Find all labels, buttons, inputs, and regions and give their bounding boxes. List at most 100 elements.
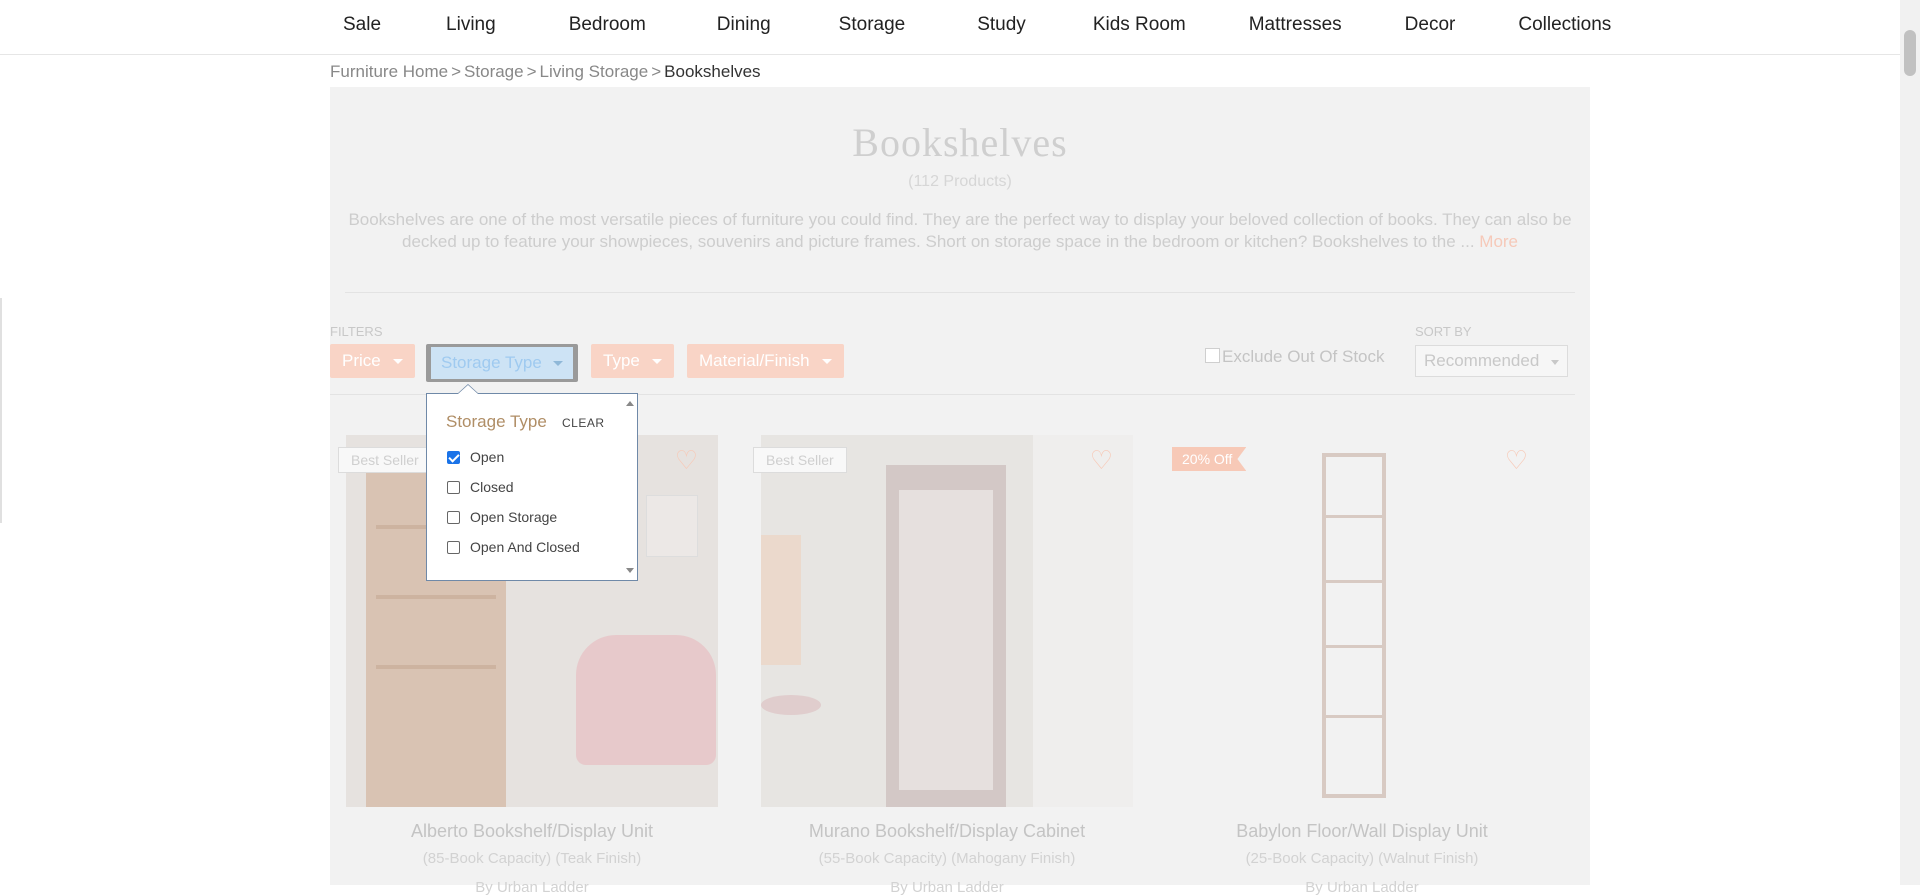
product-subtitle: (25-Book Capacity) (Walnut Finish) xyxy=(1245,850,1479,867)
wishlist-heart-icon[interactable]: ♡ xyxy=(675,447,698,473)
breadcrumb-furniture-home[interactable]: Furniture Home xyxy=(330,62,448,81)
filter-type-label: Type xyxy=(603,351,640,370)
cabinet-glass xyxy=(899,490,993,790)
shelf-line xyxy=(1322,515,1386,518)
option-label: Open xyxy=(470,449,505,465)
nav-item-storage[interactable]: Storage xyxy=(839,0,906,50)
scroll-down-icon[interactable] xyxy=(626,568,634,573)
breadcrumb-separator: > xyxy=(526,62,537,81)
filter-price-label: Price xyxy=(342,351,381,370)
discount-badge: 20% Off xyxy=(1172,447,1247,471)
shelf-line xyxy=(376,665,496,669)
nav-item-decor[interactable]: Decor xyxy=(1405,0,1456,50)
option-open-and-closed[interactable]: Open And Closed xyxy=(447,539,580,555)
product-title[interactable]: Babylon Floor/Wall Display Unit xyxy=(1176,821,1548,842)
nav-item-living[interactable]: Living xyxy=(446,0,496,50)
wishlist-heart-icon[interactable]: ♡ xyxy=(1505,447,1528,473)
category-menu: Sale Living Bedroom Dining Storage Study… xyxy=(330,0,1611,50)
dropdown-pointer xyxy=(457,384,479,394)
filter-storage-type-inner[interactable]: Storage Type xyxy=(431,347,573,379)
armchair-shape xyxy=(576,635,716,765)
dropdown-title: Storage Type xyxy=(446,412,547,431)
nav-item-study[interactable]: Study xyxy=(977,0,1026,50)
curtain-shape xyxy=(1033,435,1133,807)
chevron-down-icon xyxy=(553,361,563,366)
breadcrumb-current: Bookshelves xyxy=(664,62,761,81)
scroll-up-icon[interactable] xyxy=(626,401,634,406)
product-title[interactable]: Alberto Bookshelf/Display Unit xyxy=(346,821,718,842)
divider xyxy=(345,292,1575,293)
option-open-and-closed-checkbox[interactable] xyxy=(447,541,460,554)
clear-filter-button[interactable]: CLEAR xyxy=(562,416,605,430)
sort-selected-value: Recommended xyxy=(1424,351,1540,370)
option-label: Closed xyxy=(470,479,514,495)
display-unit-shape xyxy=(1322,453,1386,798)
nav-item-sale[interactable]: Sale xyxy=(343,0,381,50)
shelf-line xyxy=(1322,645,1386,648)
product-title[interactable]: Murano Bookshelf/Display Cabinet xyxy=(761,821,1133,842)
breadcrumb-living-storage[interactable]: Living Storage xyxy=(540,62,649,81)
option-open-storage-checkbox[interactable] xyxy=(447,511,460,524)
scrollbar-thumb[interactable] xyxy=(1904,30,1916,76)
wall-art-shape xyxy=(761,535,801,665)
best-seller-badge: Best Seller xyxy=(753,447,847,473)
best-seller-badge: Best Seller xyxy=(338,447,432,473)
breadcrumb-separator: > xyxy=(451,62,462,81)
top-navigation: Sale Living Bedroom Dining Storage Study… xyxy=(0,0,1900,55)
product-subtitle: (55-Book Capacity) (Mahogany Finish) xyxy=(818,850,1076,867)
shelf-line xyxy=(1322,580,1386,583)
wall-art-shape xyxy=(646,495,698,557)
page-scrollbar[interactable] xyxy=(1900,0,1920,885)
exclude-out-of-stock[interactable]: Exclude Out Of Stock xyxy=(1205,347,1385,367)
nav-item-dining[interactable]: Dining xyxy=(717,0,771,50)
chevron-down-icon xyxy=(392,359,403,365)
filter-material-finish-label: Material/Finish xyxy=(699,351,810,370)
filter-storage-type-button[interactable]: Storage Type xyxy=(426,344,578,382)
description-text: Bookshelves are one of the most versatil… xyxy=(348,210,1572,251)
filters-label: FILTERS xyxy=(330,324,383,339)
more-link[interactable]: More xyxy=(1479,232,1518,251)
filter-price-button[interactable]: Price xyxy=(330,344,415,378)
left-edge-tab xyxy=(0,298,2,523)
filter-material-finish-button[interactable]: Material/Finish xyxy=(687,344,844,378)
filter-type-button[interactable]: Type xyxy=(591,344,674,378)
product-card[interactable]: 20% Off ♡ Babylon Floor/Wall Display Uni… xyxy=(1172,435,1548,896)
breadcrumb-separator: > xyxy=(651,62,662,81)
product-image[interactable] xyxy=(1176,435,1548,807)
breadcrumb: Furniture Home > Storage > Living Storage > Bo… xyxy=(330,62,761,82)
wishlist-heart-icon[interactable]: ♡ xyxy=(1090,447,1113,473)
option-open[interactable]: Open xyxy=(447,449,504,465)
product-brand: By Urban Ladder xyxy=(475,879,589,896)
nav-item-kids-room[interactable]: Kids Room xyxy=(1093,0,1186,50)
chevron-down-icon xyxy=(1551,360,1559,365)
product-count: (112 Products) xyxy=(908,173,1012,190)
filter-storage-type-label: Storage Type xyxy=(441,353,542,372)
nav-item-collections[interactable]: Collections xyxy=(1518,0,1611,50)
exclude-out-of-stock-label: Exclude Out Of Stock xyxy=(1222,347,1385,366)
nav-item-bedroom[interactable]: Bedroom xyxy=(569,0,646,50)
option-label: Open Storage xyxy=(470,509,558,525)
option-closed-checkbox[interactable] xyxy=(447,481,460,494)
product-subtitle: (85-Book Capacity) (Teak Finish) xyxy=(422,850,642,867)
product-card[interactable]: Best Seller ♡ Murano Bookshelf/Display C… xyxy=(753,435,1133,896)
chevron-down-icon xyxy=(651,359,662,365)
storage-type-dropdown: Storage Type CLEAR Open Closed Open Stor… xyxy=(426,384,638,581)
side-table-shape xyxy=(761,695,821,715)
sort-by-label: SORT BY xyxy=(1415,324,1472,339)
product-brand: By Urban Ladder xyxy=(1305,879,1419,896)
breadcrumb-storage[interactable]: Storage xyxy=(464,62,524,81)
option-open-checkbox[interactable] xyxy=(447,451,460,464)
option-open-storage[interactable]: Open Storage xyxy=(447,509,557,525)
option-closed[interactable]: Closed xyxy=(447,479,514,495)
product-image[interactable] xyxy=(761,435,1133,807)
product-brand: By Urban Ladder xyxy=(890,879,1004,896)
exclude-out-of-stock-checkbox[interactable] xyxy=(1205,348,1220,363)
page-title: Bookshelves xyxy=(852,120,1068,165)
dropdown-scrollbar[interactable] xyxy=(623,394,637,580)
chevron-down-icon xyxy=(821,359,832,365)
sort-by-select[interactable]: Recommended xyxy=(1415,345,1568,377)
category-description: Bookshelves are one of the most versatil… xyxy=(345,209,1575,253)
option-label: Open And Closed xyxy=(470,539,580,555)
nav-item-mattresses[interactable]: Mattresses xyxy=(1249,0,1342,50)
shelf-line xyxy=(376,595,496,599)
